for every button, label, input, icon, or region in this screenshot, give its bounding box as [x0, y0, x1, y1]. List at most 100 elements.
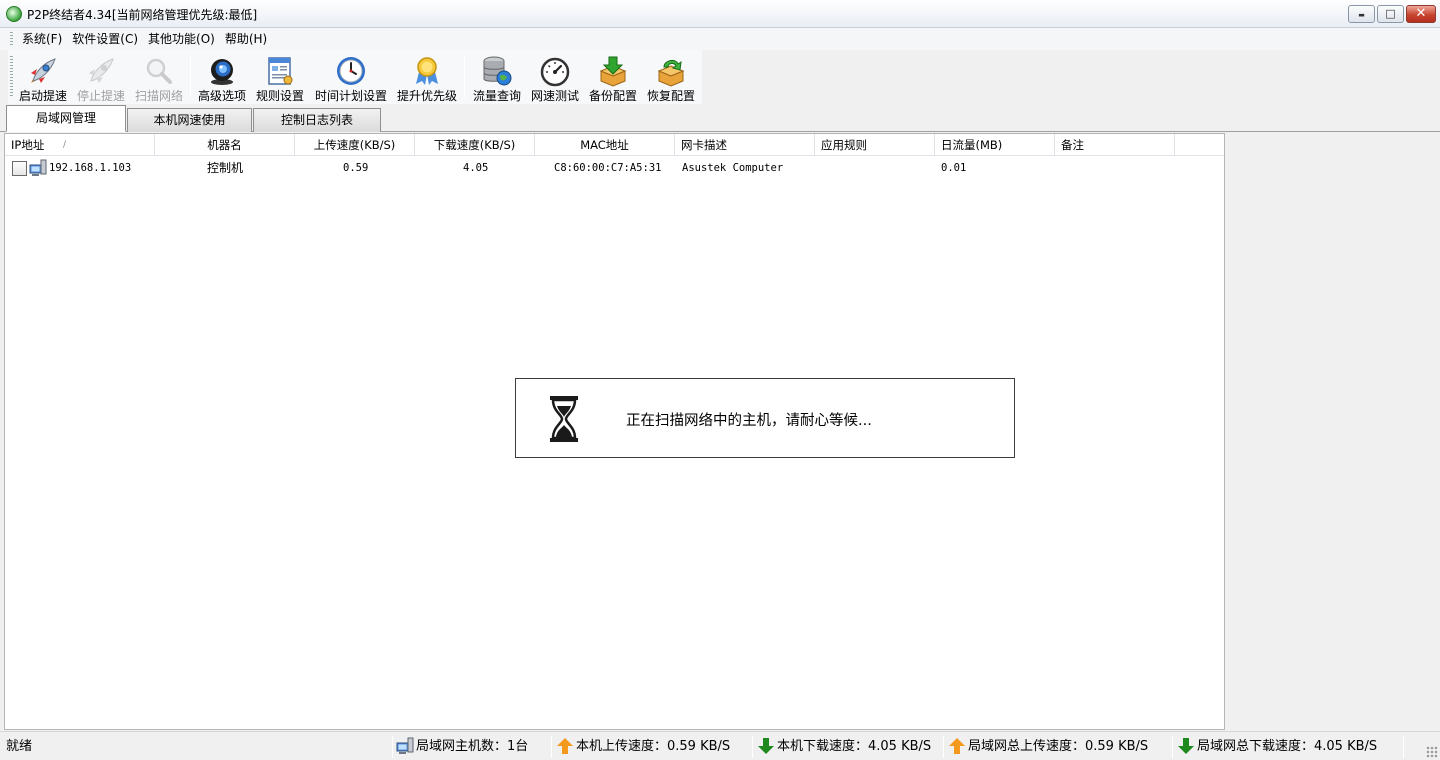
- menu-other-functions[interactable]: 其他功能(O): [146, 31, 223, 47]
- status-separator: [1172, 736, 1173, 758]
- status-local-upload: 本机上传速度：0.59 KB/S: [556, 735, 730, 759]
- rule-settings-button[interactable]: 规则设置: [253, 52, 307, 104]
- clock-icon: [337, 57, 365, 85]
- status-separator: [752, 736, 753, 758]
- table-row[interactable]: 192.168.1.103 控制机 0.59 4.05 C8:60:00:C7:…: [5, 158, 1224, 178]
- status-local-upload-text: 本机上传速度：0.59 KB/S: [576, 739, 731, 754]
- rocket-icon: [31, 58, 56, 83]
- advanced-options-label: 高级选项: [197, 89, 246, 103]
- down-arrow-icon: [758, 737, 774, 754]
- tab-strip: 局域网管理 本机网速使用 控制日志列表: [0, 104, 1440, 132]
- status-lan-download: 局域网总下载速度：4.05 KB/S: [1177, 735, 1377, 759]
- column-header-ip[interactable]: IP地址 /: [5, 134, 155, 156]
- down-arrow-icon: [1178, 737, 1194, 754]
- toolbar-separator: [464, 56, 465, 98]
- cell-daily-traffic: 0.01: [941, 162, 967, 174]
- hourglass-icon: [550, 396, 578, 442]
- column-header-download[interactable]: 下载速度(KB/S): [415, 134, 535, 156]
- column-header-note[interactable]: 备注: [1055, 134, 1175, 156]
- restore-config-label: 恢复配置: [646, 89, 695, 103]
- menu-software-settings[interactable]: 软件设置(C): [70, 31, 146, 47]
- up-arrow-icon: [557, 737, 573, 754]
- speedometer-icon: [540, 57, 570, 87]
- cell-rule: [821, 158, 931, 178]
- tab-control-log[interactable]: 控制日志列表: [253, 108, 381, 132]
- start-boost-label: 启动提速: [18, 89, 67, 103]
- column-header-rule[interactable]: 应用规则: [815, 134, 935, 156]
- webcam-globe-icon: [211, 59, 233, 85]
- status-bar: 就绪 局域网主机数：1台 本机上传速度：0.59 KB/S 本机下载速度：4.0…: [0, 731, 1440, 760]
- column-header-mac[interactable]: MAC地址: [535, 134, 675, 156]
- computer-icon: [29, 159, 47, 176]
- menu-grip[interactable]: [10, 32, 13, 46]
- status-ready: 就绪: [6, 739, 33, 754]
- scan-network-label: 扫描网络: [134, 89, 183, 103]
- status-lan-upload-text: 局域网总上传速度：0.59 KB/S: [968, 739, 1149, 754]
- status-local-download: 本机下载速度：4.05 KB/S: [757, 735, 931, 759]
- status-local-download-text: 本机下载速度：4.05 KB/S: [777, 739, 932, 754]
- database-globe-icon: [483, 56, 512, 86]
- status-separator: [392, 736, 393, 758]
- rules-document-icon: [268, 57, 293, 85]
- status-host-count: 局域网主机数：1台: [396, 735, 528, 759]
- cell-mac: C8:60:00:C7:A5:31: [554, 162, 662, 174]
- toolbar-grip[interactable]: [10, 56, 13, 98]
- cell-ip: 192.168.1.103: [49, 162, 132, 174]
- menu-help[interactable]: 帮助(H): [223, 31, 275, 47]
- status-host-count-text: 局域网主机数：1台: [416, 739, 529, 754]
- minimize-button[interactable]: ▬: [1348, 5, 1375, 23]
- app-logo-icon: [6, 6, 22, 22]
- window-controls: ▬ □ ✕: [1348, 5, 1436, 23]
- up-arrow-icon: [949, 737, 965, 754]
- stop-boost-button[interactable]: 停止提速: [74, 52, 128, 104]
- status-lan-upload: 局域网总上传速度：0.59 KB/S: [948, 735, 1148, 759]
- scan-network-button[interactable]: 扫描网络: [132, 52, 186, 104]
- maximize-button[interactable]: □: [1377, 5, 1404, 23]
- close-button[interactable]: ✕: [1406, 5, 1436, 23]
- right-panel: [1225, 133, 1440, 730]
- raise-priority-label: 提升优先级: [396, 89, 457, 103]
- column-header-nic[interactable]: 网卡描述: [675, 134, 815, 156]
- scan-progress-dialog: 正在扫描网络中的主机，请耐心等候...: [515, 378, 1015, 458]
- status-separator: [551, 736, 552, 758]
- tab-lan-management[interactable]: 局域网管理: [6, 105, 126, 132]
- list-header: IP地址 / 机器名 上传速度(KB/S) 下载速度(KB/S) MAC地址 网…: [5, 134, 1224, 156]
- cell-nic: Asustek Computer: [682, 162, 784, 174]
- traffic-query-label: 流量查询: [472, 89, 521, 103]
- toolbar-separator: [190, 56, 191, 98]
- backup-config-label: 备份配置: [588, 89, 637, 103]
- computer-icon: [396, 737, 414, 754]
- menu-system[interactable]: 系统(F): [20, 31, 70, 47]
- resize-grip[interactable]: [1426, 746, 1438, 758]
- rocket-stop-icon: [89, 58, 114, 83]
- column-header-name[interactable]: 机器名: [155, 134, 295, 156]
- raise-priority-button[interactable]: 提升优先级: [394, 52, 460, 104]
- minimize-icon: ▬: [1358, 11, 1365, 19]
- column-header-upload[interactable]: 上传速度(KB/S): [295, 134, 415, 156]
- backup-config-button[interactable]: 备份配置: [586, 52, 640, 104]
- window-title: P2P终结者4.34[当前网络管理优先级:最低]: [27, 8, 258, 22]
- column-header-daily-traffic[interactable]: 日流量(MB): [935, 134, 1055, 156]
- status-separator: [1403, 736, 1404, 758]
- advanced-options-button[interactable]: 高级选项: [195, 52, 249, 104]
- column-header-label: IP地址: [11, 138, 45, 152]
- start-boost-button[interactable]: 启动提速: [16, 52, 70, 104]
- maximize-icon: □: [1385, 7, 1396, 20]
- cell-machine-name: 控制机: [207, 161, 244, 175]
- menu-bar: 系统(F) 软件设置(C) 其他功能(O) 帮助(H): [0, 28, 1440, 50]
- rule-settings-label: 规则设置: [255, 89, 304, 103]
- box-down-arrow-icon: [599, 56, 627, 87]
- magnifier-icon: [146, 58, 172, 84]
- award-ribbon-icon: [416, 57, 438, 85]
- traffic-query-button[interactable]: 流量查询: [470, 52, 524, 104]
- tab-local-speed[interactable]: 本机网速使用: [127, 108, 252, 132]
- row-checkbox[interactable]: [12, 161, 27, 176]
- restore-config-button[interactable]: 恢复配置: [644, 52, 698, 104]
- speed-test-button[interactable]: 网速测试: [528, 52, 582, 104]
- status-lan-download-text: 局域网总下载速度：4.05 KB/S: [1197, 739, 1378, 754]
- status-separator: [943, 736, 944, 758]
- box-recycle-icon: [657, 59, 685, 87]
- scan-message: 正在扫描网络中的主机，请耐心等候...: [626, 413, 872, 429]
- sort-indicator: /: [62, 140, 66, 150]
- schedule-settings-button[interactable]: 时间计划设置: [312, 52, 390, 104]
